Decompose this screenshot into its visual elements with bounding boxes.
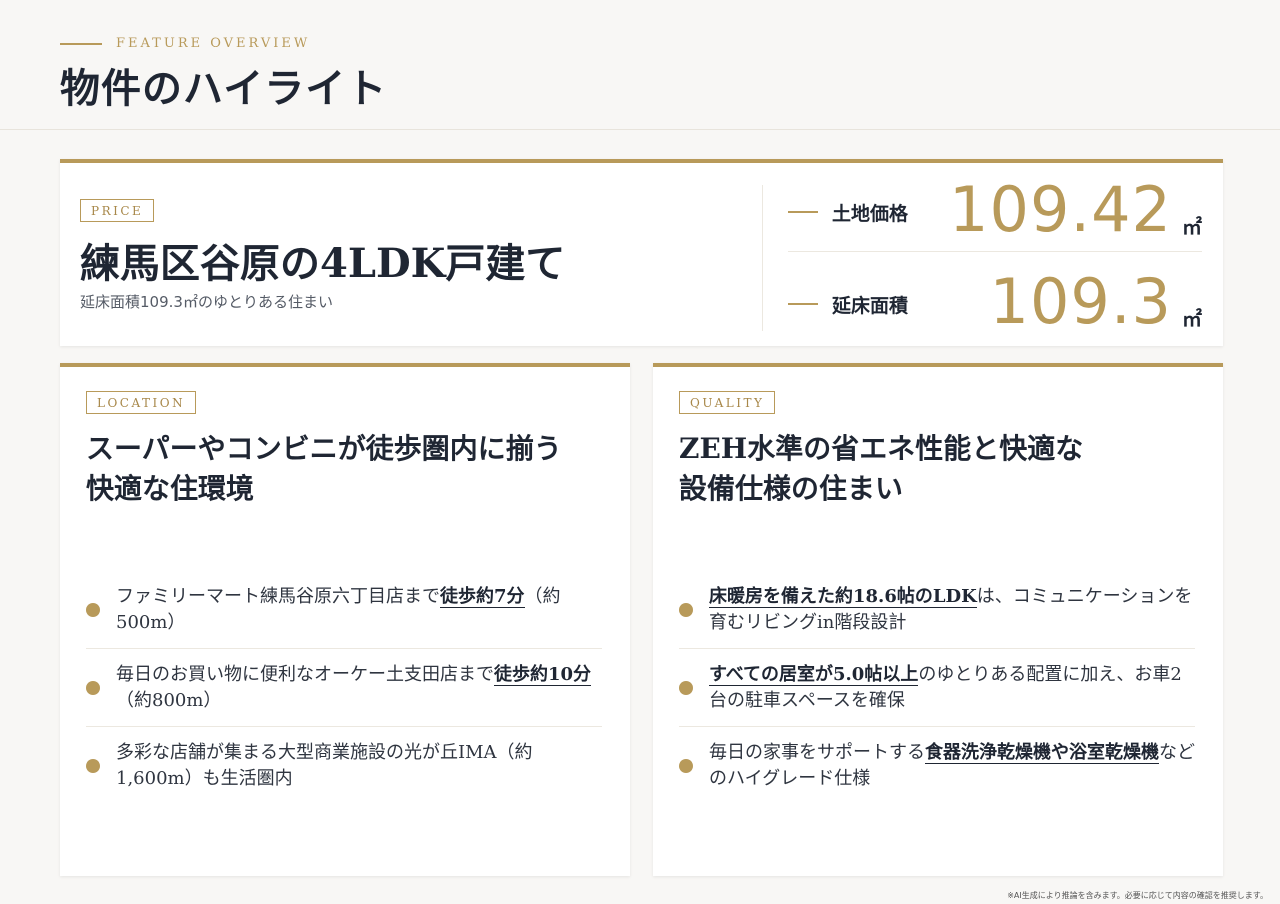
item-text: 多彩な店舗が集まる大型商業施設の光が丘IMA（約1,600m）も生活圏内: [116, 740, 602, 792]
location-title: スーパーやコンビニが徒歩圏内に揃う 快適な住環境: [86, 429, 606, 509]
quality-card: QUALITY ZEH水準の省エネ性能と快適な 設備仕様の住まい 床暖房を備えた…: [653, 363, 1223, 876]
item-text-pre: 毎日のお買い物に便利なオーケー土支田店まで: [116, 663, 494, 685]
list-item: 床暖房を備えた約18.6帖のLDKは、コミュニケーションを育むリビングin階段設…: [679, 571, 1195, 649]
location-tag: LOCATION: [86, 391, 197, 414]
item-text: すべての居室が5.0帖以上のゆとりある配置に加え、お車2台の駐車スペースを確保: [709, 662, 1195, 714]
item-highlight: 食器洗浄乾燥機や浴室乾燥機: [925, 742, 1159, 764]
price-tag: PRICE: [80, 199, 155, 222]
bullet-dot: [86, 759, 100, 773]
stat-unit: ㎡: [1182, 307, 1202, 331]
list-item: ファミリーマート練馬谷原六丁目店まで徒歩約7分（約500m）: [86, 571, 602, 649]
bullet-dot: [679, 681, 693, 695]
location-title-line1: スーパーやコンビニが徒歩圏内に揃う: [86, 432, 562, 465]
list-item: 毎日の家事をサポートする食器洗浄乾燥機や浴室乾燥機などのハイグレード仕様: [679, 727, 1195, 805]
item-text-pre: 多彩な店舗が集まる大型商業施設の光が丘IMA（約1,600m）も生活圏内: [116, 742, 533, 789]
list-item: 毎日のお買い物に便利なオーケー土支田店まで徒歩約10分 （約800m）: [86, 649, 602, 727]
item-highlight: 徒歩約10分: [494, 663, 592, 686]
item-text: 毎日のお買い物に便利なオーケー土支田店まで徒歩約10分 （約800m）: [116, 662, 602, 714]
item-text: ファミリーマート練馬谷原六丁目店まで徒歩約7分（約500m）: [116, 584, 602, 636]
stat-dash: [788, 303, 818, 305]
stat-value: 109.42: [949, 173, 1172, 246]
item-highlight: すべての居室が5.0帖以上: [709, 663, 919, 686]
quality-list: 床暖房を備えた約18.6帖のLDKは、コミュニケーションを育むリビングin階段設…: [679, 571, 1195, 805]
item-highlight: 徒歩約7分: [440, 585, 525, 608]
property-headline: 練馬区谷原の4LDK戸建て: [80, 240, 566, 287]
item-text-pre: ファミリーマート練馬谷原六丁目店まで: [116, 585, 440, 607]
quality-tag: QUALITY: [679, 391, 776, 414]
location-list: ファミリーマート練馬谷原六丁目店まで徒歩約7分（約500m） 毎日のお買い物に便…: [86, 571, 602, 805]
quality-title: ZEH水準の省エネ性能と快適な 設備仕様の住まい: [679, 429, 1199, 509]
eyebrow: FEATURE OVERVIEW: [60, 36, 310, 51]
stat-dash: [788, 211, 818, 213]
vertical-divider: [762, 185, 763, 331]
stat-label: 土地価格: [832, 203, 909, 225]
stat-floor-area: 延床面積 109.3 ㎡: [788, 255, 1202, 343]
bullet-dot: [86, 681, 100, 695]
item-text: 毎日の家事をサポートする食器洗浄乾燥機や浴室乾燥機などのハイグレード仕様: [709, 740, 1195, 792]
bullet-dot: [679, 603, 693, 617]
list-item: すべての居室が5.0帖以上のゆとりある配置に加え、お車2台の駐車スペースを確保: [679, 649, 1195, 727]
eyebrow-rule: [60, 42, 102, 45]
property-subtitle: 延床面積109.3㎡のゆとりある住まい: [80, 293, 333, 311]
stat-value: 109.3: [989, 265, 1172, 338]
item-text-pre: 毎日の家事をサポートする: [709, 742, 925, 763]
eyebrow-text: FEATURE OVERVIEW: [116, 36, 311, 51]
quality-title-line1: ZEH水準の省エネ性能と快適な: [679, 432, 1084, 465]
ai-disclaimer: ※AI生成により推論を含みます。必要に応じて内容の確認を推奨します。: [1007, 891, 1268, 900]
item-text: 床暖房を備えた約18.6帖のLDKは、コミュニケーションを育むリビングin階段設…: [709, 584, 1195, 636]
location-card: LOCATION スーパーやコンビニが徒歩圏内に揃う 快適な住環境 ファミリーマ…: [60, 363, 630, 876]
stat-label: 延床面積: [832, 295, 909, 317]
bullet-dot: [86, 603, 100, 617]
bullet-dot: [679, 759, 693, 773]
stat-land-price: 土地価格 109.42 ㎡: [788, 163, 1202, 252]
page-title: 物件のハイライト: [60, 65, 388, 112]
stat-unit: ㎡: [1182, 215, 1202, 239]
item-text-post: （約800m）: [116, 689, 222, 711]
item-highlight: 床暖房を備えた約18.6帖のLDK: [709, 585, 977, 608]
location-title-line2: 快適な住環境: [86, 472, 255, 505]
list-item: 多彩な店舗が集まる大型商業施設の光が丘IMA（約1,600m）も生活圏内: [86, 727, 602, 805]
price-card: PRICE 練馬区谷原の4LDK戸建て 延床面積109.3㎡のゆとりある住まい …: [60, 159, 1223, 346]
quality-title-line2: 設備仕様の住まい: [679, 472, 904, 505]
page-header: FEATURE OVERVIEW 物件のハイライト: [0, 0, 1280, 130]
